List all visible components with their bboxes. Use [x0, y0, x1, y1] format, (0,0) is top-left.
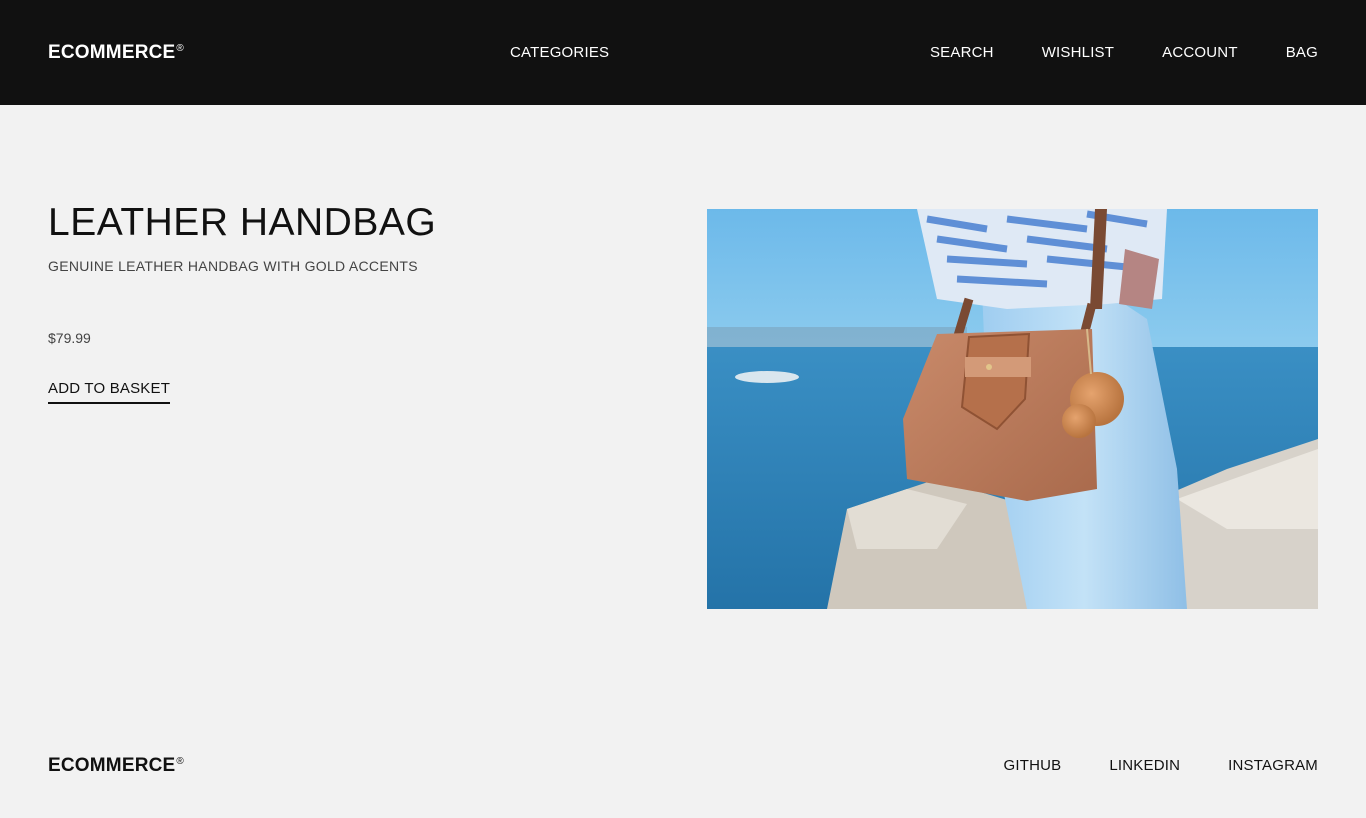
brand-name: ECOMMERCE	[48, 42, 176, 63]
header-nav: SEARCH WISHLIST ACCOUNT BAG	[930, 44, 1318, 61]
footer-link-github[interactable]: GITHUB	[1003, 757, 1061, 774]
nav-bag[interactable]: BAG	[1286, 44, 1318, 61]
brand-logo[interactable]: ECOMMERCE®	[48, 42, 184, 64]
product-title: LEATHER HANDBAG	[48, 201, 437, 244]
product-image	[707, 209, 1318, 609]
footer-link-linkedin[interactable]: LINKEDIN	[1109, 757, 1180, 774]
product-subtitle: GENUINE LEATHER HANDBAG WITH GOLD ACCENT…	[48, 258, 418, 274]
handbag-photo	[707, 209, 1318, 609]
product-info: LEATHER HANDBAG GENUINE LEATHER HANDBAG …	[48, 200, 608, 404]
site-header: ECOMMERCE® CATEGORIES SEARCH WISHLIST AC…	[0, 0, 1366, 105]
nav-search[interactable]: SEARCH	[930, 44, 994, 61]
footer-brand-name: ECOMMERCE	[48, 755, 176, 776]
footer-link-instagram[interactable]: INSTAGRAM	[1228, 757, 1318, 774]
registered-mark: ®	[176, 42, 184, 54]
product-price: $79.99	[48, 330, 91, 346]
add-to-basket-button[interactable]: ADD TO BASKET	[48, 380, 171, 404]
footer-links: GITHUB LINKEDIN INSTAGRAM	[1003, 757, 1318, 774]
nav-categories[interactable]: CATEGORIES	[510, 44, 609, 61]
footer-registered-mark: ®	[176, 755, 184, 767]
nav-wishlist[interactable]: WISHLIST	[1042, 44, 1114, 61]
nav-account[interactable]: ACCOUNT	[1162, 44, 1238, 61]
footer-brand-logo[interactable]: ECOMMERCE®	[48, 755, 184, 777]
